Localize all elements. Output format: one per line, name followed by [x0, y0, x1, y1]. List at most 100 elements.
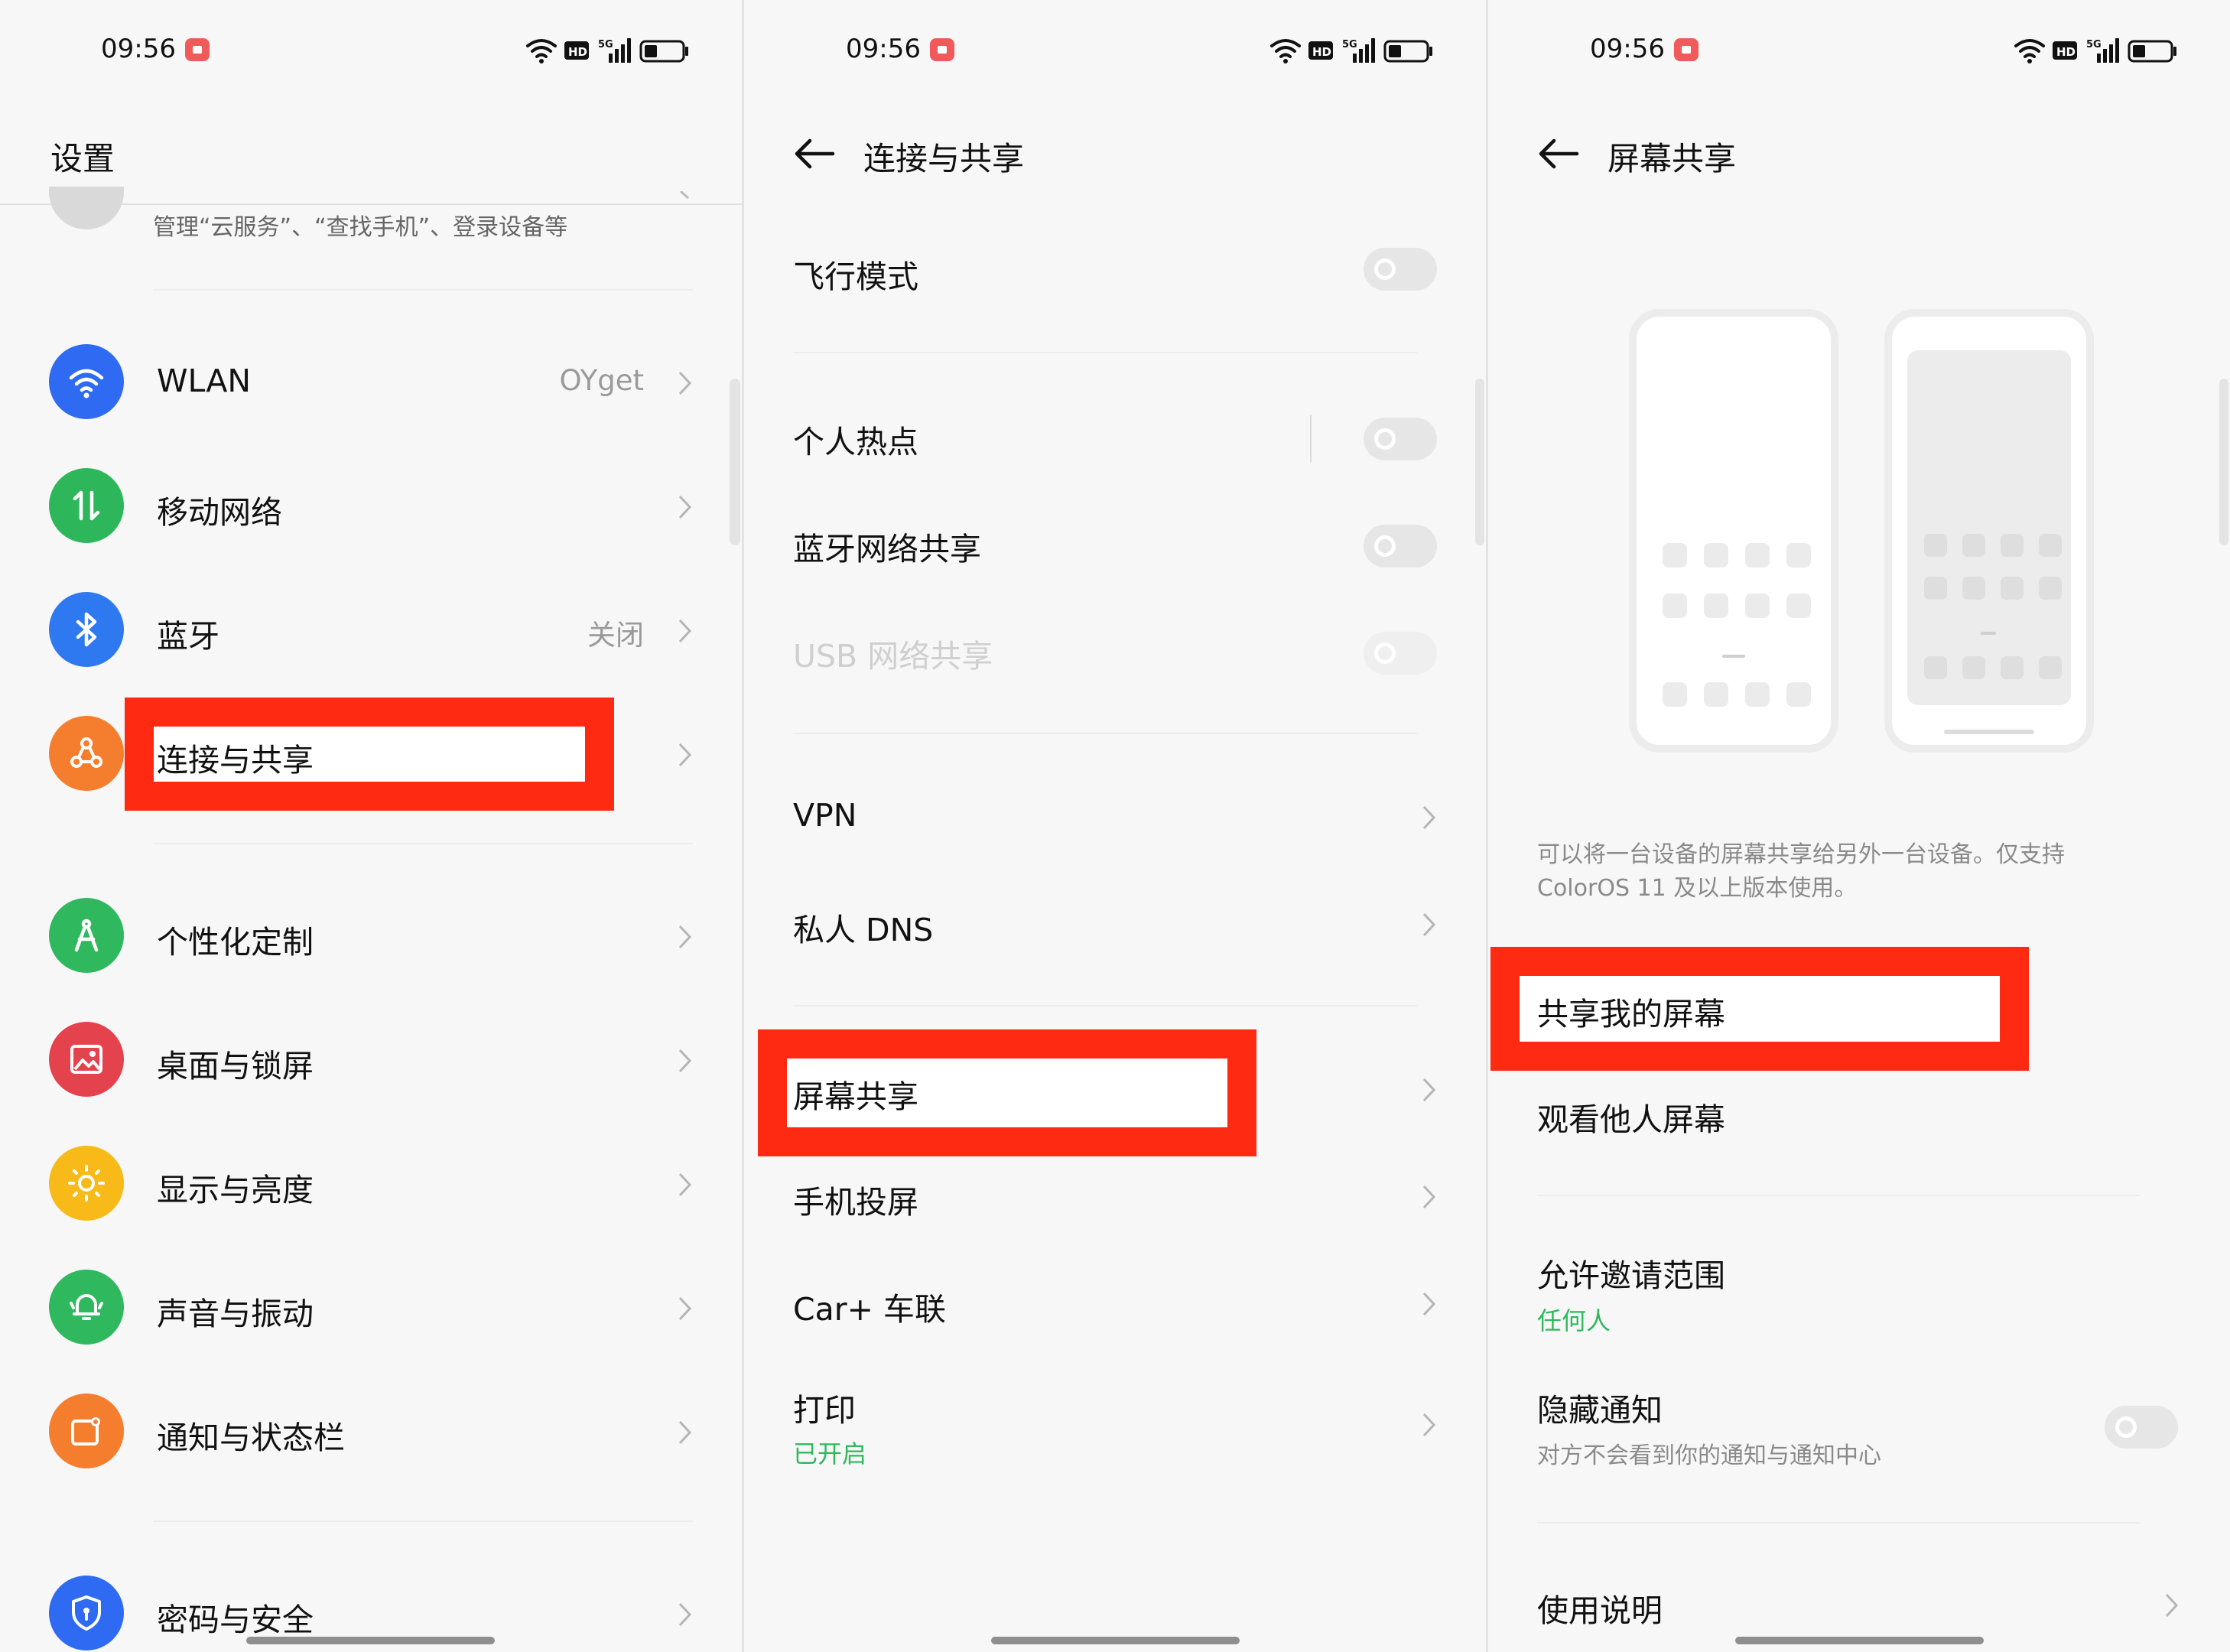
back-arrow-icon[interactable] — [793, 135, 836, 173]
chevron-right-icon — [1422, 1185, 1436, 1209]
car-plus-row[interactable]: Car+ 车联 — [744, 1267, 1486, 1340]
page-title: 设置 — [50, 140, 115, 177]
hotspot-label: 个人热点 — [793, 424, 918, 460]
bluetooth-tethering-row[interactable]: 蓝牙网络共享 — [744, 509, 1486, 583]
airplane-mode-toggle[interactable] — [1364, 248, 1437, 291]
settings-item-label: 密码与安全 — [157, 1602, 314, 1638]
status-icons: HD 5G — [526, 38, 688, 63]
account-subtitle: 管理“云服务”、“查找手机”、登录设备等 — [153, 214, 568, 241]
scrollbar[interactable] — [730, 379, 740, 545]
svg-text:HD: HD — [568, 45, 587, 59]
mobile-data-icon — [49, 468, 124, 543]
chevron-right-icon — [679, 191, 690, 200]
divider — [153, 1520, 693, 1522]
chevron-right-icon — [1422, 805, 1436, 830]
instructions-row[interactable]: 使用说明 — [1488, 1571, 2230, 1644]
svg-text:5G: 5G — [598, 39, 613, 50]
screen-cast-row[interactable]: 手机投屏 — [744, 1159, 1486, 1233]
status-icons: HD 5G — [1270, 38, 1432, 63]
hotspot-toggle[interactable] — [1364, 418, 1437, 460]
wifi-status-icon — [526, 39, 557, 63]
chevron-right-icon — [678, 743, 692, 767]
screen-share-label: 屏幕共享 — [793, 1078, 918, 1115]
bluetooth-status-value: 关闭 — [587, 619, 644, 652]
bell-icon — [49, 1270, 124, 1345]
hide-notifications-label: 隐藏通知 — [1537, 1392, 1663, 1429]
shield-icon — [49, 1576, 124, 1650]
settings-item-label: 蓝牙 — [157, 618, 219, 655]
vpn-row[interactable]: VPN — [744, 780, 1486, 854]
status-bar: 09:56 HD 5G — [1488, 31, 2230, 69]
home-indicator[interactable] — [991, 1637, 1240, 1644]
screen-cast-label: 手机投屏 — [793, 1184, 918, 1221]
instructions-label: 使用说明 — [1537, 1592, 1663, 1629]
chevron-right-icon — [2165, 1593, 2179, 1618]
settings-item-label: 显示与亮度 — [157, 1172, 314, 1208]
chevron-right-icon — [678, 1420, 692, 1445]
watch-others-screen-row[interactable]: 观看他人屏幕 — [1488, 1080, 2230, 1153]
settings-item-display[interactable]: 显示与亮度 — [0, 1146, 742, 1222]
airplane-mode-label: 飞行模式 — [793, 259, 918, 295]
divider — [793, 733, 1417, 734]
brightness-icon — [49, 1146, 124, 1221]
divider — [1537, 1522, 2140, 1524]
chevron-right-icon — [678, 1602, 692, 1627]
status-time: 09:56 — [101, 34, 176, 64]
divider — [153, 843, 693, 844]
settings-item-wlan[interactable]: WLAN OYget — [0, 344, 742, 421]
settings-item-sound[interactable]: 声音与振动 — [0, 1270, 742, 1346]
usb-tethering-toggle — [1364, 632, 1437, 675]
svg-text:5G: 5G — [2086, 39, 2102, 50]
settings-item-personalization[interactable]: 个性化定制 — [0, 898, 742, 974]
hide-notifications-toggle[interactable] — [2105, 1406, 2178, 1449]
invite-scope-row[interactable]: 允许邀请范围 任何人 — [1488, 1239, 2230, 1346]
account-avatar[interactable] — [49, 187, 124, 229]
screen-share-panel: 09:56 HD 5G 屏幕共享 可以将一台设备的屏幕共享给另外一台设备。仅支持… — [1488, 0, 2230, 1652]
scrollbar[interactable] — [1475, 379, 1484, 545]
airplane-mode-row[interactable]: 飞行模式 — [744, 237, 1486, 311]
print-row[interactable]: 打印 已开启 — [744, 1374, 1486, 1481]
settings-item-bluetooth[interactable]: 蓝牙 关闭 — [0, 592, 742, 668]
settings-item-mobile-network[interactable]: 移动网络 — [0, 468, 742, 545]
bluetooth-tethering-label: 蓝牙网络共享 — [793, 531, 981, 567]
divider — [793, 352, 1417, 353]
screen-record-icon — [1674, 38, 1699, 61]
private-dns-label: 私人 DNS — [793, 912, 934, 948]
chevron-right-icon — [678, 619, 692, 643]
page-title: 连接与共享 — [863, 140, 1025, 177]
chevron-right-icon — [678, 1296, 692, 1321]
svg-text:HD: HD — [1312, 45, 1331, 59]
private-dns-row[interactable]: 私人 DNS — [744, 887, 1486, 961]
status-time: 09:56 — [1590, 34, 1665, 64]
vpn-label: VPN — [793, 797, 857, 834]
divider — [1537, 1195, 2140, 1196]
page-title: 屏幕共享 — [1607, 140, 1737, 177]
scrollbar[interactable] — [2219, 379, 2228, 545]
back-arrow-icon[interactable] — [1537, 135, 1580, 173]
chevron-right-icon — [678, 1172, 692, 1197]
wallpaper-icon — [49, 1022, 124, 1097]
svg-text:HD: HD — [2056, 45, 2076, 59]
status-bar: 09:56 HD 5G — [0, 31, 742, 69]
screenshot-collage: 09:56 HD 5G 设置 管理“云服务”、“查找手机”、登录设备等 WLAN… — [0, 0, 2230, 1652]
chevron-right-icon — [678, 1049, 692, 1073]
hide-notifications-row[interactable]: 隐藏通知 对方不会看到你的通知与通知中心 — [1488, 1374, 2230, 1481]
settings-item-home-lock[interactable]: 桌面与锁屏 — [0, 1022, 742, 1098]
bluetooth-tethering-toggle[interactable] — [1364, 525, 1437, 567]
settings-item-label: 通知与状态栏 — [157, 1419, 345, 1456]
settings-item-notifications[interactable]: 通知与状态栏 — [0, 1393, 742, 1470]
car-plus-label: Car+ 车联 — [793, 1291, 946, 1328]
svg-text:5G: 5G — [1342, 39, 1357, 50]
screen-share-description: 可以将一台设备的屏幕共享给另外一台设备。仅支持 ColorOS 11 及以上版本… — [1537, 841, 2065, 902]
home-indicator[interactable] — [246, 1637, 495, 1644]
battery-icon — [639, 40, 688, 63]
watch-others-screen-label: 观看他人屏幕 — [1537, 1101, 1725, 1138]
settings-item-label: WLAN — [157, 363, 252, 399]
chevron-right-icon — [678, 371, 692, 395]
status-icons: HD 5G — [2014, 38, 2176, 63]
settings-item-label: 声音与振动 — [157, 1296, 314, 1332]
chevron-right-icon — [1422, 912, 1436, 937]
invite-scope-label: 允许邀请范围 — [1537, 1257, 1725, 1294]
hotspot-row[interactable]: 个人热点 — [744, 402, 1486, 476]
home-indicator[interactable] — [1735, 1637, 1984, 1644]
